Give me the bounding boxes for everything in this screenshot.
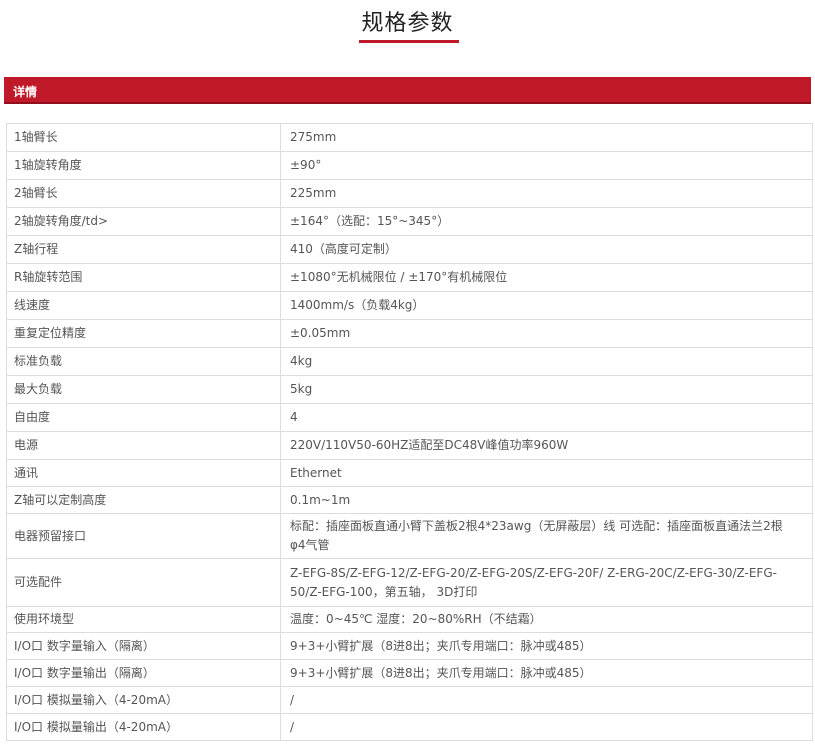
spec-row: 标准负载 4kg: [6, 347, 813, 376]
spec-key: I/O口 数字量输入（隔离）: [6, 632, 281, 660]
spec-row: 最大负载 5kg: [6, 375, 813, 404]
spec-row: 自由度 4: [6, 403, 813, 432]
section-bar: 详情: [4, 77, 811, 104]
spec-row: 1轴臂长 275mm: [6, 123, 813, 152]
section-label: 详情: [13, 85, 38, 99]
spec-row: Z轴可以定制高度 0.1m~1m: [6, 486, 813, 514]
spec-row: 线速度 1400mm/s（负载4kg）: [6, 291, 813, 320]
spec-key: 2轴臂长: [6, 179, 281, 208]
spec-value: 0.1m~1m: [280, 486, 813, 514]
spec-key: I/O口 模拟量输出（4-20mA）: [6, 713, 281, 741]
spec-value: 220V/110V50-60HZ适配至DC48V峰值功率960W: [280, 431, 813, 460]
title-underline: [359, 40, 459, 43]
spec-row: 重复定位精度 ±0.05mm: [6, 319, 813, 348]
spec-value: 275mm: [280, 123, 813, 152]
spec-value: Ethernet: [280, 459, 813, 487]
spec-value: ±1080°无机械限位 / ±170°有机械限位: [280, 263, 813, 292]
spec-key: I/O口 模拟量输入（4-20mA）: [6, 686, 281, 714]
spec-key: 线速度: [6, 291, 281, 320]
spec-key: 电源: [6, 431, 281, 460]
spec-value: 410（高度可定制）: [280, 235, 813, 264]
spec-key: 电器预留接口: [6, 513, 281, 559]
spec-value: 225mm: [280, 179, 813, 208]
spec-value: 4: [280, 403, 813, 432]
spec-row: 可选配件 Z-EFG-8S/Z-EFG-12/Z-EFG-20/Z-EFG-20…: [6, 558, 813, 607]
spec-value: 9+3+小臂扩展（8进8出；夹爪专用端口：脉冲或485）: [280, 632, 813, 660]
spec-value: /: [280, 686, 813, 714]
spec-row: 电器预留接口 标配：插座面板直通小臂下盖板2根4*23awg（无屏蔽层）线 可选…: [6, 513, 813, 559]
spec-key: 1轴旋转角度: [6, 151, 281, 180]
spec-row: I/O口 模拟量输出（4-20mA） /: [6, 713, 813, 741]
spec-value: /: [280, 713, 813, 741]
spec-key: 通讯: [6, 459, 281, 487]
spec-key: 最大负载: [6, 375, 281, 404]
spec-row: I/O口 模拟量输入（4-20mA） /: [6, 686, 813, 714]
page-title: 规格参数: [361, 11, 454, 36]
spec-table: 1轴臂长 275mm 1轴旋转角度 ±90° 2轴臂长 225mm 2轴旋转角度…: [6, 123, 813, 741]
spec-value: Z-EFG-8S/Z-EFG-12/Z-EFG-20/Z-EFG-20S/Z-E…: [280, 558, 813, 607]
spec-key: 标准负载: [6, 347, 281, 376]
spec-value: ±90°: [280, 151, 813, 180]
spec-row: 通讯 Ethernet: [6, 459, 813, 487]
spec-value: ±0.05mm: [280, 319, 813, 348]
spec-row: Z轴行程 410（高度可定制）: [6, 235, 813, 264]
spec-value: 1400mm/s（负载4kg）: [280, 291, 813, 320]
spec-key: R轴旋转范围: [6, 263, 281, 292]
spec-key: I/O口 数字量输出（隔离）: [6, 659, 281, 687]
spec-key: 使用环境型: [6, 606, 281, 633]
spec-value: ±164°（选配：15°~345°）: [280, 207, 813, 236]
spec-row: 1轴旋转角度 ±90°: [6, 151, 813, 180]
spec-key: 自由度: [6, 403, 281, 432]
spec-row: I/O口 数字量输出（隔离） 9+3+小臂扩展（8进8出；夹爪专用端口：脉冲或4…: [6, 659, 813, 687]
spec-row: 2轴臂长 225mm: [6, 179, 813, 208]
spec-row: 2轴旋转角度/td> ±164°（选配：15°~345°）: [6, 207, 813, 236]
spec-row: 使用环境型 温度：0~45℃ 湿度：20~80%RH（不结霜）: [6, 606, 813, 633]
spec-row: R轴旋转范围 ±1080°无机械限位 / ±170°有机械限位: [6, 263, 813, 292]
spec-key: 1轴臂长: [6, 123, 281, 152]
spec-value: 5kg: [280, 375, 813, 404]
spec-value: 温度：0~45℃ 湿度：20~80%RH（不结霜）: [280, 606, 813, 633]
spec-key: 2轴旋转角度/td>: [6, 207, 281, 236]
spec-key: 可选配件: [6, 558, 281, 607]
spec-value: 4kg: [280, 347, 813, 376]
spec-key: Z轴行程: [6, 235, 281, 264]
spec-value: 9+3+小臂扩展（8进8出；夹爪专用端口：脉冲或485）: [280, 659, 813, 687]
spec-row: I/O口 数字量输入（隔离） 9+3+小臂扩展（8进8出；夹爪专用端口：脉冲或4…: [6, 632, 813, 660]
page-header: 规格参数: [0, 0, 815, 46]
spec-value: 标配：插座面板直通小臂下盖板2根4*23awg（无屏蔽层）线 可选配：插座面板直…: [280, 513, 813, 559]
spec-key: 重复定位精度: [6, 319, 281, 348]
spec-row: 电源 220V/110V50-60HZ适配至DC48V峰值功率960W: [6, 431, 813, 460]
spec-key: Z轴可以定制高度: [6, 486, 281, 514]
